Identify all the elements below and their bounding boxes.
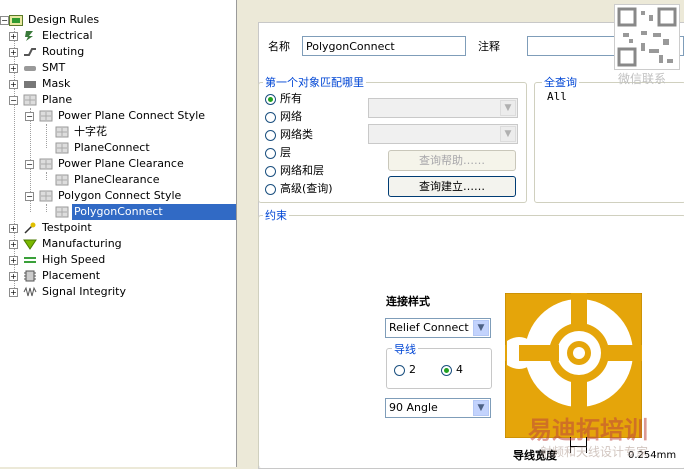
tree-item-rule-planeconnect[interactable]: PlaneConnect (55, 140, 152, 156)
chevron-down-icon: ▼ (500, 126, 516, 142)
match-radio-layer[interactable]: 层 (265, 145, 291, 161)
match-net-select[interactable]: ▼ (368, 98, 518, 118)
pane-splitter[interactable] (237, 0, 248, 467)
radio-dot (265, 147, 276, 159)
qr-code-image (614, 4, 680, 70)
signal-integrity-icon (23, 286, 37, 298)
match-radio-advanced-query[interactable]: 高级(查询) (265, 181, 333, 197)
tree-item-rule-planeclearance[interactable]: PlaneClearance (55, 172, 161, 188)
full-query-legend: 全查询 (542, 74, 579, 90)
tree-item-testpoint[interactable]: + Testpoint (9, 220, 94, 236)
conductors-radio-2[interactable]: 2 (394, 362, 416, 378)
connect-style-label: 连接样式 (386, 295, 430, 308)
radio-dot (265, 165, 276, 177)
conductors-legend: 导线 (392, 341, 418, 357)
design-rules-icon (9, 14, 23, 26)
rule-icon (55, 174, 69, 186)
chevron-down-icon: ▼ (473, 320, 489, 336)
rule-icon (55, 206, 69, 218)
constraints-legend: 约束 (263, 207, 289, 223)
match-radio-net-and-layer[interactable]: 网络和层 (265, 163, 324, 179)
name-field[interactable]: PolygonConnect (302, 36, 466, 56)
tree-item-rule-polygonconnect[interactable]: PolygonConnect (55, 204, 236, 220)
match-net-class-select[interactable]: ▼ (368, 124, 518, 144)
full-query-text[interactable]: All (547, 90, 567, 103)
watermark-brand: 易迪拓培训 (528, 416, 648, 444)
query-builder-button[interactable]: 查询建立…… (388, 176, 516, 197)
chevron-down-icon: ▼ (500, 100, 516, 116)
rule-icon (39, 158, 53, 170)
tree-item-polygon-connect-style[interactable]: − Polygon Connect Style (25, 188, 183, 204)
tree-item-mask[interactable]: + Mask (9, 76, 72, 92)
tree-item-electrical[interactable]: + Electrical (9, 28, 95, 44)
electrical-icon (23, 30, 37, 42)
match-radio-all[interactable]: 所有 (265, 91, 302, 107)
rule-icon (55, 142, 69, 154)
design-rules-tree[interactable]: − Design Rules + Electrical + Routing + … (0, 0, 237, 467)
placement-icon (23, 270, 37, 282)
collapse-toggle[interactable]: − (25, 160, 34, 169)
name-label: 名称 (268, 40, 290, 53)
expand-toggle[interactable]: + (9, 272, 18, 281)
manufacturing-icon (23, 238, 37, 250)
smt-icon (23, 62, 37, 74)
tree-item-power-plane-clearance[interactable]: − Power Plane Clearance (25, 156, 186, 172)
radio-dot (265, 183, 276, 195)
first-object-match-legend: 第一个对象匹配哪里 (263, 74, 366, 90)
expand-toggle[interactable]: + (9, 32, 18, 41)
match-radio-net[interactable]: 网络 (265, 109, 302, 125)
tree-item-plane[interactable]: − Plane (9, 92, 74, 108)
rule-icon (39, 110, 53, 122)
high-speed-icon (23, 254, 37, 266)
rule-icon (39, 190, 53, 202)
match-radio-net-class[interactable]: 网络类 (265, 127, 313, 143)
tree-item-smt[interactable]: + SMT (9, 60, 67, 76)
radio-dot (265, 111, 276, 123)
expand-toggle[interactable]: + (9, 80, 18, 89)
collapse-toggle[interactable]: − (9, 96, 18, 105)
comment-label: 注释 (478, 40, 500, 53)
tree-item-placement[interactable]: + Placement (9, 268, 102, 284)
watermark-wechat: 微信联系 (618, 72, 667, 86)
radio-dot (265, 129, 276, 141)
angle-select[interactable]: 90 Angle ▼ (385, 398, 491, 418)
collapse-toggle[interactable]: − (25, 112, 34, 121)
chevron-down-icon: ▼ (473, 400, 489, 416)
expand-toggle[interactable]: + (9, 48, 18, 57)
mask-icon (23, 78, 37, 90)
connect-style-select[interactable]: Relief Connect ▼ (385, 318, 491, 338)
tree-item-signal-integrity[interactable]: + Signal Integrity (9, 284, 128, 300)
tree-item-high-speed[interactable]: + High Speed (9, 252, 107, 268)
tree-item-design-rules[interactable]: − Design Rules (0, 12, 101, 28)
radio-dot (441, 364, 452, 376)
radio-dot (265, 93, 276, 105)
expand-toggle[interactable]: + (9, 288, 18, 297)
rule-icon (55, 126, 69, 138)
expand-toggle[interactable]: + (9, 256, 18, 265)
watermark-subtitle: 射频和天线设计专家 (540, 445, 649, 459)
tree-item-rule-shizihua[interactable]: 十字花 (55, 124, 109, 140)
radio-dot (394, 364, 405, 376)
collapse-toggle[interactable]: − (0, 16, 9, 25)
expand-toggle[interactable]: + (9, 224, 18, 233)
routing-icon (23, 46, 37, 58)
expand-toggle[interactable]: + (9, 64, 18, 73)
conductors-radio-4[interactable]: 4 (441, 362, 463, 378)
testpoint-icon (23, 222, 37, 234)
query-helper-button[interactable]: 查询帮助…… (388, 150, 516, 171)
collapse-toggle[interactable]: − (25, 192, 34, 201)
tree-item-manufacturing[interactable]: + Manufacturing (9, 236, 124, 252)
expand-toggle[interactable]: + (9, 240, 18, 249)
plane-icon (23, 94, 37, 106)
tree-item-power-plane-connect-style[interactable]: − Power Plane Connect Style (25, 108, 207, 124)
tree-item-routing[interactable]: + Routing (9, 44, 86, 60)
